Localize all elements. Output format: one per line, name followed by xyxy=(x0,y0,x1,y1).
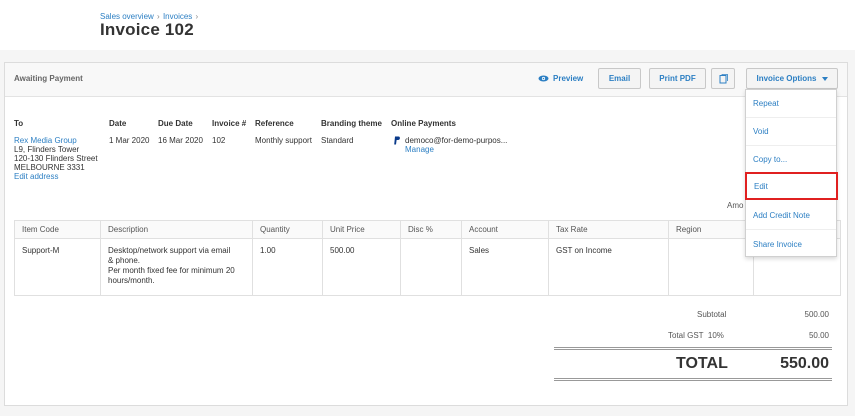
region-cell xyxy=(668,238,754,296)
description-cell: Desktop/network support via email & phon… xyxy=(100,238,253,296)
paypal-icon xyxy=(394,136,400,145)
due-date-label: Due Date xyxy=(158,119,193,128)
invoice-options-menu: Repeat Void Copy to... Edit Add Credit N… xyxy=(745,89,838,258)
breadcrumb-separator: › xyxy=(195,12,199,21)
description-line: hours/month. xyxy=(108,276,155,285)
discount-cell xyxy=(400,238,462,296)
contact-name-link[interactable]: Rex Media Group xyxy=(14,136,98,145)
menu-item-add-credit-note[interactable]: Add Credit Note xyxy=(746,202,836,230)
date-block: Date 1 Mar 2020 xyxy=(109,119,149,145)
to-block: To Rex Media Group L9, Flinders Tower 12… xyxy=(14,119,98,181)
description-line: Per month fixed fee for minimum 20 xyxy=(108,266,235,275)
reference-value: Monthly support xyxy=(255,136,312,145)
address-line: 120-130 Flinders Street xyxy=(14,154,98,163)
column-header: Disc % xyxy=(400,220,462,239)
online-payments-block: Online Payments democo@for-demo-purpos..… xyxy=(391,119,507,154)
email-button[interactable]: Email xyxy=(598,68,641,89)
column-header: Item Code xyxy=(14,220,101,239)
menu-item-share-invoice[interactable]: Share Invoice xyxy=(746,230,836,258)
column-header: Region xyxy=(668,220,754,239)
eye-icon xyxy=(538,75,549,82)
date-label: Date xyxy=(109,119,127,128)
invoice-card: Awaiting Payment Preview Email Print PDF… xyxy=(4,62,848,406)
preview-link[interactable]: Preview xyxy=(538,74,583,83)
invoice-number-block: Invoice # 102 xyxy=(212,119,246,145)
caret-down-icon xyxy=(821,76,828,81)
total-value: 550.00 xyxy=(780,355,829,372)
table-row[interactable]: Support-M Desktop/network support via em… xyxy=(14,238,841,296)
invoice-number-value: 102 xyxy=(212,136,226,145)
reference-block: Reference Monthly support xyxy=(255,119,312,145)
date-value: 1 Mar 2020 xyxy=(109,136,150,145)
address-line: L9, Flinders Tower xyxy=(14,145,80,154)
unit-price-cell: 500.00 xyxy=(322,238,401,296)
total-label: TOTAL xyxy=(676,355,728,372)
status-label: Awaiting Payment xyxy=(14,74,83,83)
amounts-are-label: Amo xyxy=(727,201,744,210)
edit-address-link[interactable]: Edit address xyxy=(14,172,98,181)
reference-label: Reference xyxy=(255,119,294,128)
due-date-block: Due Date 16 Mar 2020 xyxy=(158,119,203,145)
gst-value: 50.00 xyxy=(808,331,829,340)
subtotal-label: Subtotal xyxy=(697,310,727,319)
totals-divider xyxy=(554,347,832,350)
column-header: Account xyxy=(461,220,549,239)
column-header: Quantity xyxy=(252,220,323,239)
column-header: Description xyxy=(100,220,253,239)
menu-item-repeat[interactable]: Repeat xyxy=(746,90,836,118)
invoice-options-label: Invoice Options xyxy=(756,74,817,83)
to-label: To xyxy=(14,119,24,128)
online-payments-label: Online Payments xyxy=(391,119,456,128)
line-items-table: Item Code Description Quantity Unit Pric… xyxy=(14,220,841,296)
branding-value: Standard xyxy=(321,136,354,145)
copy-icon xyxy=(719,73,728,83)
column-header: Tax Rate xyxy=(548,220,669,239)
account-cell: Sales xyxy=(461,238,549,296)
tax-rate-cell: GST on Income xyxy=(548,238,669,296)
online-payments-email: democo@for-demo-purpos... xyxy=(405,136,508,145)
page-header: Sales overview › Invoices › Invoice 102 xyxy=(0,0,855,50)
table-header-row: Item Code Description Quantity Unit Pric… xyxy=(14,220,841,239)
branding-label: Branding theme xyxy=(321,119,382,128)
item-code-cell: Support-M xyxy=(14,238,101,296)
page-title: Invoice 102 xyxy=(100,20,194,39)
manage-link[interactable]: Manage xyxy=(405,145,507,154)
gst-label: Total GST 10% xyxy=(668,331,724,340)
menu-item-edit[interactable]: Edit xyxy=(745,172,838,200)
total-double-underline xyxy=(554,378,832,381)
copy-button[interactable] xyxy=(711,68,735,89)
due-date-value: 16 Mar 2020 xyxy=(158,136,203,145)
status-bar: Awaiting Payment Preview Email Print PDF… xyxy=(5,63,847,97)
subtotal-value: 500.00 xyxy=(804,310,829,319)
invoice-number-label: Invoice # xyxy=(212,119,247,128)
menu-item-copy-to[interactable]: Copy to... xyxy=(746,146,836,174)
quantity-cell: 1.00 xyxy=(252,238,323,296)
branding-block: Branding theme Standard xyxy=(321,119,382,145)
description-line: Desktop/network support via email xyxy=(108,246,231,255)
address-line: MELBOURNE 3331 xyxy=(14,163,85,172)
preview-label: Preview xyxy=(553,74,584,83)
menu-item-void[interactable]: Void xyxy=(746,118,836,146)
description-line: & phone. xyxy=(108,256,141,265)
column-header: Unit Price xyxy=(322,220,401,239)
invoice-options-button[interactable]: Invoice Options xyxy=(746,68,838,89)
print-pdf-button[interactable]: Print PDF xyxy=(649,68,706,89)
